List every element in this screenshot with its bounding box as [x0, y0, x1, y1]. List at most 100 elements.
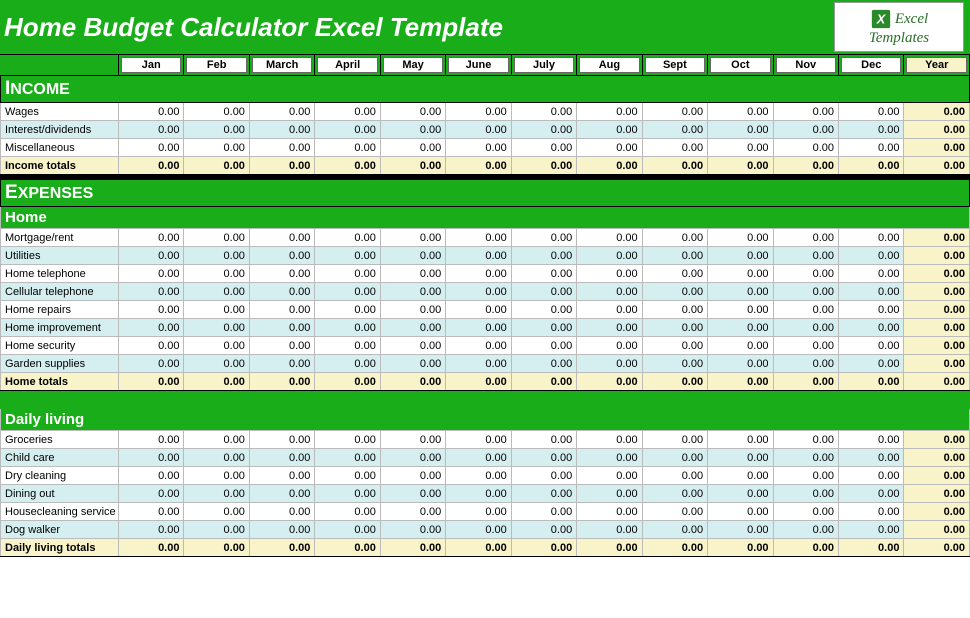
cell-month[interactable]: 0.00 [249, 103, 314, 121]
cell-month[interactable]: 0.00 [642, 283, 707, 301]
cell-month[interactable]: 0.00 [380, 449, 445, 467]
cell-year[interactable]: 0.00 [904, 121, 970, 139]
cell-month[interactable]: 0.00 [839, 283, 904, 301]
cell-month[interactable]: 0.00 [642, 139, 707, 157]
cell-month[interactable]: 0.00 [315, 121, 380, 139]
cell-month[interactable]: 0.00 [315, 247, 380, 265]
cell-month[interactable]: 0.00 [380, 337, 445, 355]
cell-month[interactable]: 0.00 [708, 283, 773, 301]
cell-month[interactable]: 0.00 [380, 283, 445, 301]
cell-month[interactable]: 0.00 [511, 301, 576, 319]
cell-month[interactable]: 0.00 [119, 337, 184, 355]
cell-month[interactable]: 0.00 [249, 319, 314, 337]
cell-month[interactable]: 0.00 [511, 139, 576, 157]
cell-month[interactable]: 0.00 [119, 431, 184, 449]
cell-month[interactable]: 0.00 [119, 301, 184, 319]
cell-month[interactable]: 0.00 [708, 355, 773, 373]
cell-month[interactable]: 0.00 [119, 121, 184, 139]
cell-month[interactable]: 0.00 [446, 355, 511, 373]
cell-month[interactable]: 0.00 [315, 485, 380, 503]
cell-month[interactable]: 0.00 [577, 103, 642, 121]
cell-month[interactable]: 0.00 [119, 103, 184, 121]
cell-month[interactable]: 0.00 [184, 103, 249, 121]
cell-month[interactable]: 0.00 [446, 521, 511, 539]
cell-month[interactable]: 0.00 [577, 121, 642, 139]
cell-month[interactable]: 0.00 [708, 485, 773, 503]
cell-month[interactable]: 0.00 [773, 283, 838, 301]
cell-month[interactable]: 0.00 [249, 139, 314, 157]
cell-month[interactable]: 0.00 [839, 265, 904, 283]
cell-month[interactable]: 0.00 [773, 431, 838, 449]
cell-month[interactable]: 0.00 [708, 449, 773, 467]
cell-month[interactable]: 0.00 [380, 103, 445, 121]
cell-year[interactable]: 0.00 [904, 503, 970, 521]
cell-month[interactable]: 0.00 [708, 431, 773, 449]
cell-month[interactable]: 0.00 [184, 485, 249, 503]
cell-month[interactable]: 0.00 [249, 431, 314, 449]
cell-month[interactable]: 0.00 [119, 283, 184, 301]
cell-month[interactable]: 0.00 [380, 485, 445, 503]
cell-month[interactable]: 0.00 [642, 265, 707, 283]
cell-month[interactable]: 0.00 [380, 355, 445, 373]
cell-month[interactable]: 0.00 [380, 139, 445, 157]
cell-year[interactable]: 0.00 [904, 355, 970, 373]
cell-month[interactable]: 0.00 [773, 319, 838, 337]
cell-month[interactable]: 0.00 [446, 247, 511, 265]
cell-month[interactable]: 0.00 [380, 521, 445, 539]
cell-month[interactable]: 0.00 [184, 449, 249, 467]
cell-month[interactable]: 0.00 [577, 503, 642, 521]
cell-month[interactable]: 0.00 [446, 229, 511, 247]
cell-month[interactable]: 0.00 [315, 283, 380, 301]
cell-month[interactable]: 0.00 [184, 121, 249, 139]
cell-month[interactable]: 0.00 [577, 521, 642, 539]
cell-month[interactable]: 0.00 [380, 121, 445, 139]
cell-month[interactable]: 0.00 [184, 503, 249, 521]
cell-month[interactable]: 0.00 [577, 485, 642, 503]
cell-year[interactable]: 0.00 [904, 229, 970, 247]
cell-month[interactable]: 0.00 [839, 103, 904, 121]
cell-month[interactable]: 0.00 [446, 265, 511, 283]
cell-month[interactable]: 0.00 [577, 301, 642, 319]
cell-month[interactable]: 0.00 [249, 449, 314, 467]
cell-month[interactable]: 0.00 [249, 337, 314, 355]
cell-month[interactable]: 0.00 [249, 283, 314, 301]
cell-month[interactable]: 0.00 [839, 355, 904, 373]
cell-month[interactable]: 0.00 [642, 103, 707, 121]
cell-month[interactable]: 0.00 [315, 355, 380, 373]
cell-month[interactable]: 0.00 [708, 139, 773, 157]
cell-month[interactable]: 0.00 [119, 265, 184, 283]
cell-month[interactable]: 0.00 [446, 121, 511, 139]
cell-month[interactable]: 0.00 [773, 521, 838, 539]
cell-month[interactable]: 0.00 [708, 521, 773, 539]
cell-month[interactable]: 0.00 [315, 265, 380, 283]
cell-month[interactable]: 0.00 [642, 229, 707, 247]
cell-month[interactable]: 0.00 [380, 503, 445, 521]
cell-month[interactable]: 0.00 [642, 319, 707, 337]
cell-month[interactable]: 0.00 [642, 301, 707, 319]
cell-month[interactable]: 0.00 [511, 355, 576, 373]
cell-month[interactable]: 0.00 [839, 247, 904, 265]
cell-year[interactable]: 0.00 [904, 247, 970, 265]
cell-month[interactable]: 0.00 [380, 431, 445, 449]
cell-month[interactable]: 0.00 [839, 139, 904, 157]
cell-month[interactable]: 0.00 [511, 337, 576, 355]
cell-year[interactable]: 0.00 [904, 449, 970, 467]
cell-month[interactable]: 0.00 [446, 301, 511, 319]
cell-month[interactable]: 0.00 [511, 319, 576, 337]
cell-month[interactable]: 0.00 [839, 301, 904, 319]
cell-month[interactable]: 0.00 [380, 467, 445, 485]
cell-month[interactable]: 0.00 [708, 229, 773, 247]
cell-month[interactable]: 0.00 [773, 229, 838, 247]
cell-month[interactable]: 0.00 [577, 431, 642, 449]
cell-month[interactable]: 0.00 [119, 503, 184, 521]
cell-month[interactable]: 0.00 [446, 103, 511, 121]
cell-month[interactable]: 0.00 [839, 229, 904, 247]
cell-month[interactable]: 0.00 [249, 265, 314, 283]
cell-month[interactable]: 0.00 [249, 121, 314, 139]
cell-month[interactable]: 0.00 [119, 449, 184, 467]
cell-month[interactable]: 0.00 [577, 355, 642, 373]
cell-month[interactable]: 0.00 [446, 283, 511, 301]
cell-month[interactable]: 0.00 [184, 521, 249, 539]
cell-month[interactable]: 0.00 [184, 355, 249, 373]
cell-year[interactable]: 0.00 [904, 265, 970, 283]
